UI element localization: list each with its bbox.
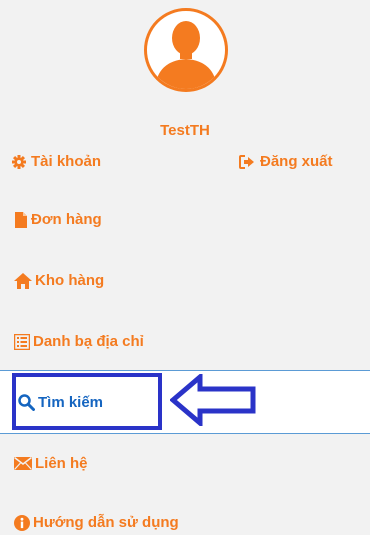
account-link[interactable]: Tài khoản bbox=[12, 153, 101, 170]
home-icon bbox=[14, 272, 32, 289]
user-silhouette-icon bbox=[155, 21, 217, 89]
menu-item-contact[interactable]: Liên hệ bbox=[14, 455, 88, 472]
logout-label: Đăng xuất bbox=[260, 153, 333, 170]
account-label: Tài khoản bbox=[31, 153, 102, 170]
avatar[interactable] bbox=[144, 8, 228, 92]
envelope-icon bbox=[14, 457, 32, 470]
menu-item-label: Đơn hàng bbox=[31, 211, 102, 228]
gear-icon bbox=[12, 154, 26, 169]
username: TestTH bbox=[160, 122, 210, 139]
list-icon bbox=[14, 333, 30, 350]
menu-item-address-book[interactable]: Danh bạ địa chỉ bbox=[14, 333, 144, 350]
menu-item-label: Kho hàng bbox=[35, 272, 105, 289]
menu-item-user-guide[interactable]: Hướng dẫn sử dụng bbox=[14, 514, 179, 531]
menu-item-warehouse[interactable]: Kho hàng bbox=[14, 272, 104, 289]
highlight-box bbox=[12, 373, 162, 430]
logout-link[interactable]: Đăng xuất bbox=[239, 153, 333, 170]
menu-item-label: Liên hệ bbox=[35, 455, 88, 472]
menu-item-label: Hướng dẫn sử dụng bbox=[33, 514, 179, 531]
menu-item-label: Danh bạ địa chỉ bbox=[33, 333, 144, 350]
file-icon bbox=[15, 211, 27, 228]
arrow-left-icon bbox=[170, 374, 256, 426]
info-icon bbox=[14, 514, 30, 531]
sign-out-icon bbox=[239, 154, 254, 169]
menu-item-orders[interactable]: Đơn hàng bbox=[14, 211, 102, 228]
